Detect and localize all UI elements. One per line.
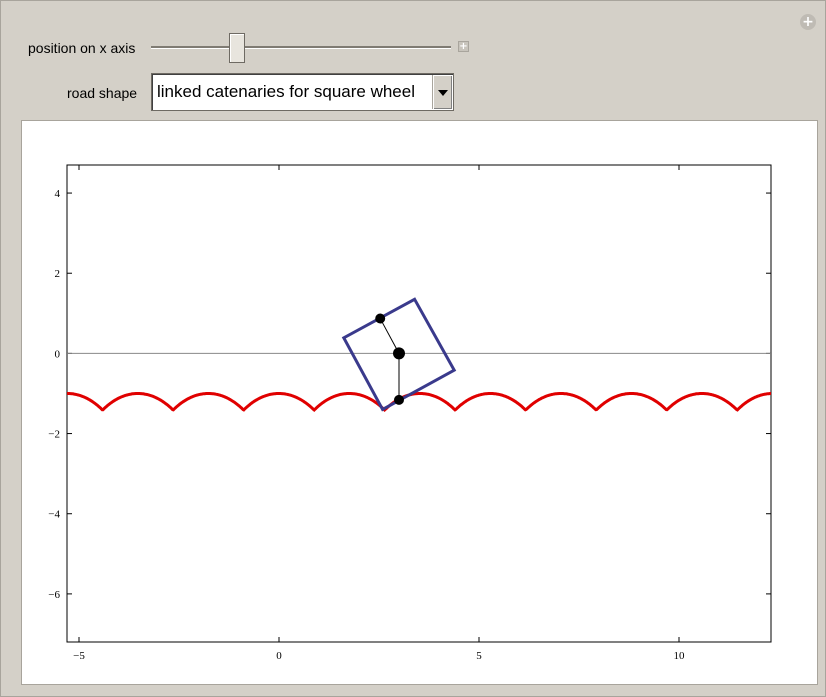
plus-icon[interactable]: + — [800, 14, 816, 30]
y-tick-label: −2 — [48, 429, 60, 441]
x-tick-label: 10 — [674, 650, 686, 662]
slider-expand-icon[interactable]: + — [458, 41, 469, 52]
road-shape-label: road shape — [67, 85, 138, 101]
road-shape-select[interactable]: linked catenaries for square wheel — [151, 73, 454, 111]
y-tick-label: −4 — [48, 509, 60, 521]
wheel-contact-point — [394, 394, 404, 405]
position-label: position on x axis — [28, 40, 136, 56]
road-curve — [67, 392, 771, 412]
x-tick-label: 5 — [476, 650, 482, 662]
manipulate-frame: + position on x axis + road shape linked… — [0, 0, 826, 697]
slider-thumb[interactable] — [229, 33, 245, 63]
wheel-top-point — [375, 313, 386, 324]
y-tick-label: 2 — [55, 268, 61, 280]
wheel-center-point — [393, 347, 405, 360]
x-tick-label: −5 — [73, 650, 85, 662]
x-tick-label: 0 — [276, 650, 282, 662]
y-tick-label: −6 — [48, 589, 60, 601]
position-slider[interactable] — [151, 46, 451, 49]
plot-panel: −5 0 5 10 4 2 0 −2 −4 −6 — [21, 120, 818, 685]
plot-frame — [66, 164, 772, 643]
plot: −5 0 5 10 4 2 0 −2 −4 −6 — [48, 164, 772, 662]
road-shape-value: linked catenaries for square wheel — [157, 82, 415, 101]
y-tick-label: 4 — [55, 188, 61, 200]
y-tick-label: 0 — [55, 348, 61, 360]
chevron-down-icon[interactable] — [432, 75, 452, 109]
